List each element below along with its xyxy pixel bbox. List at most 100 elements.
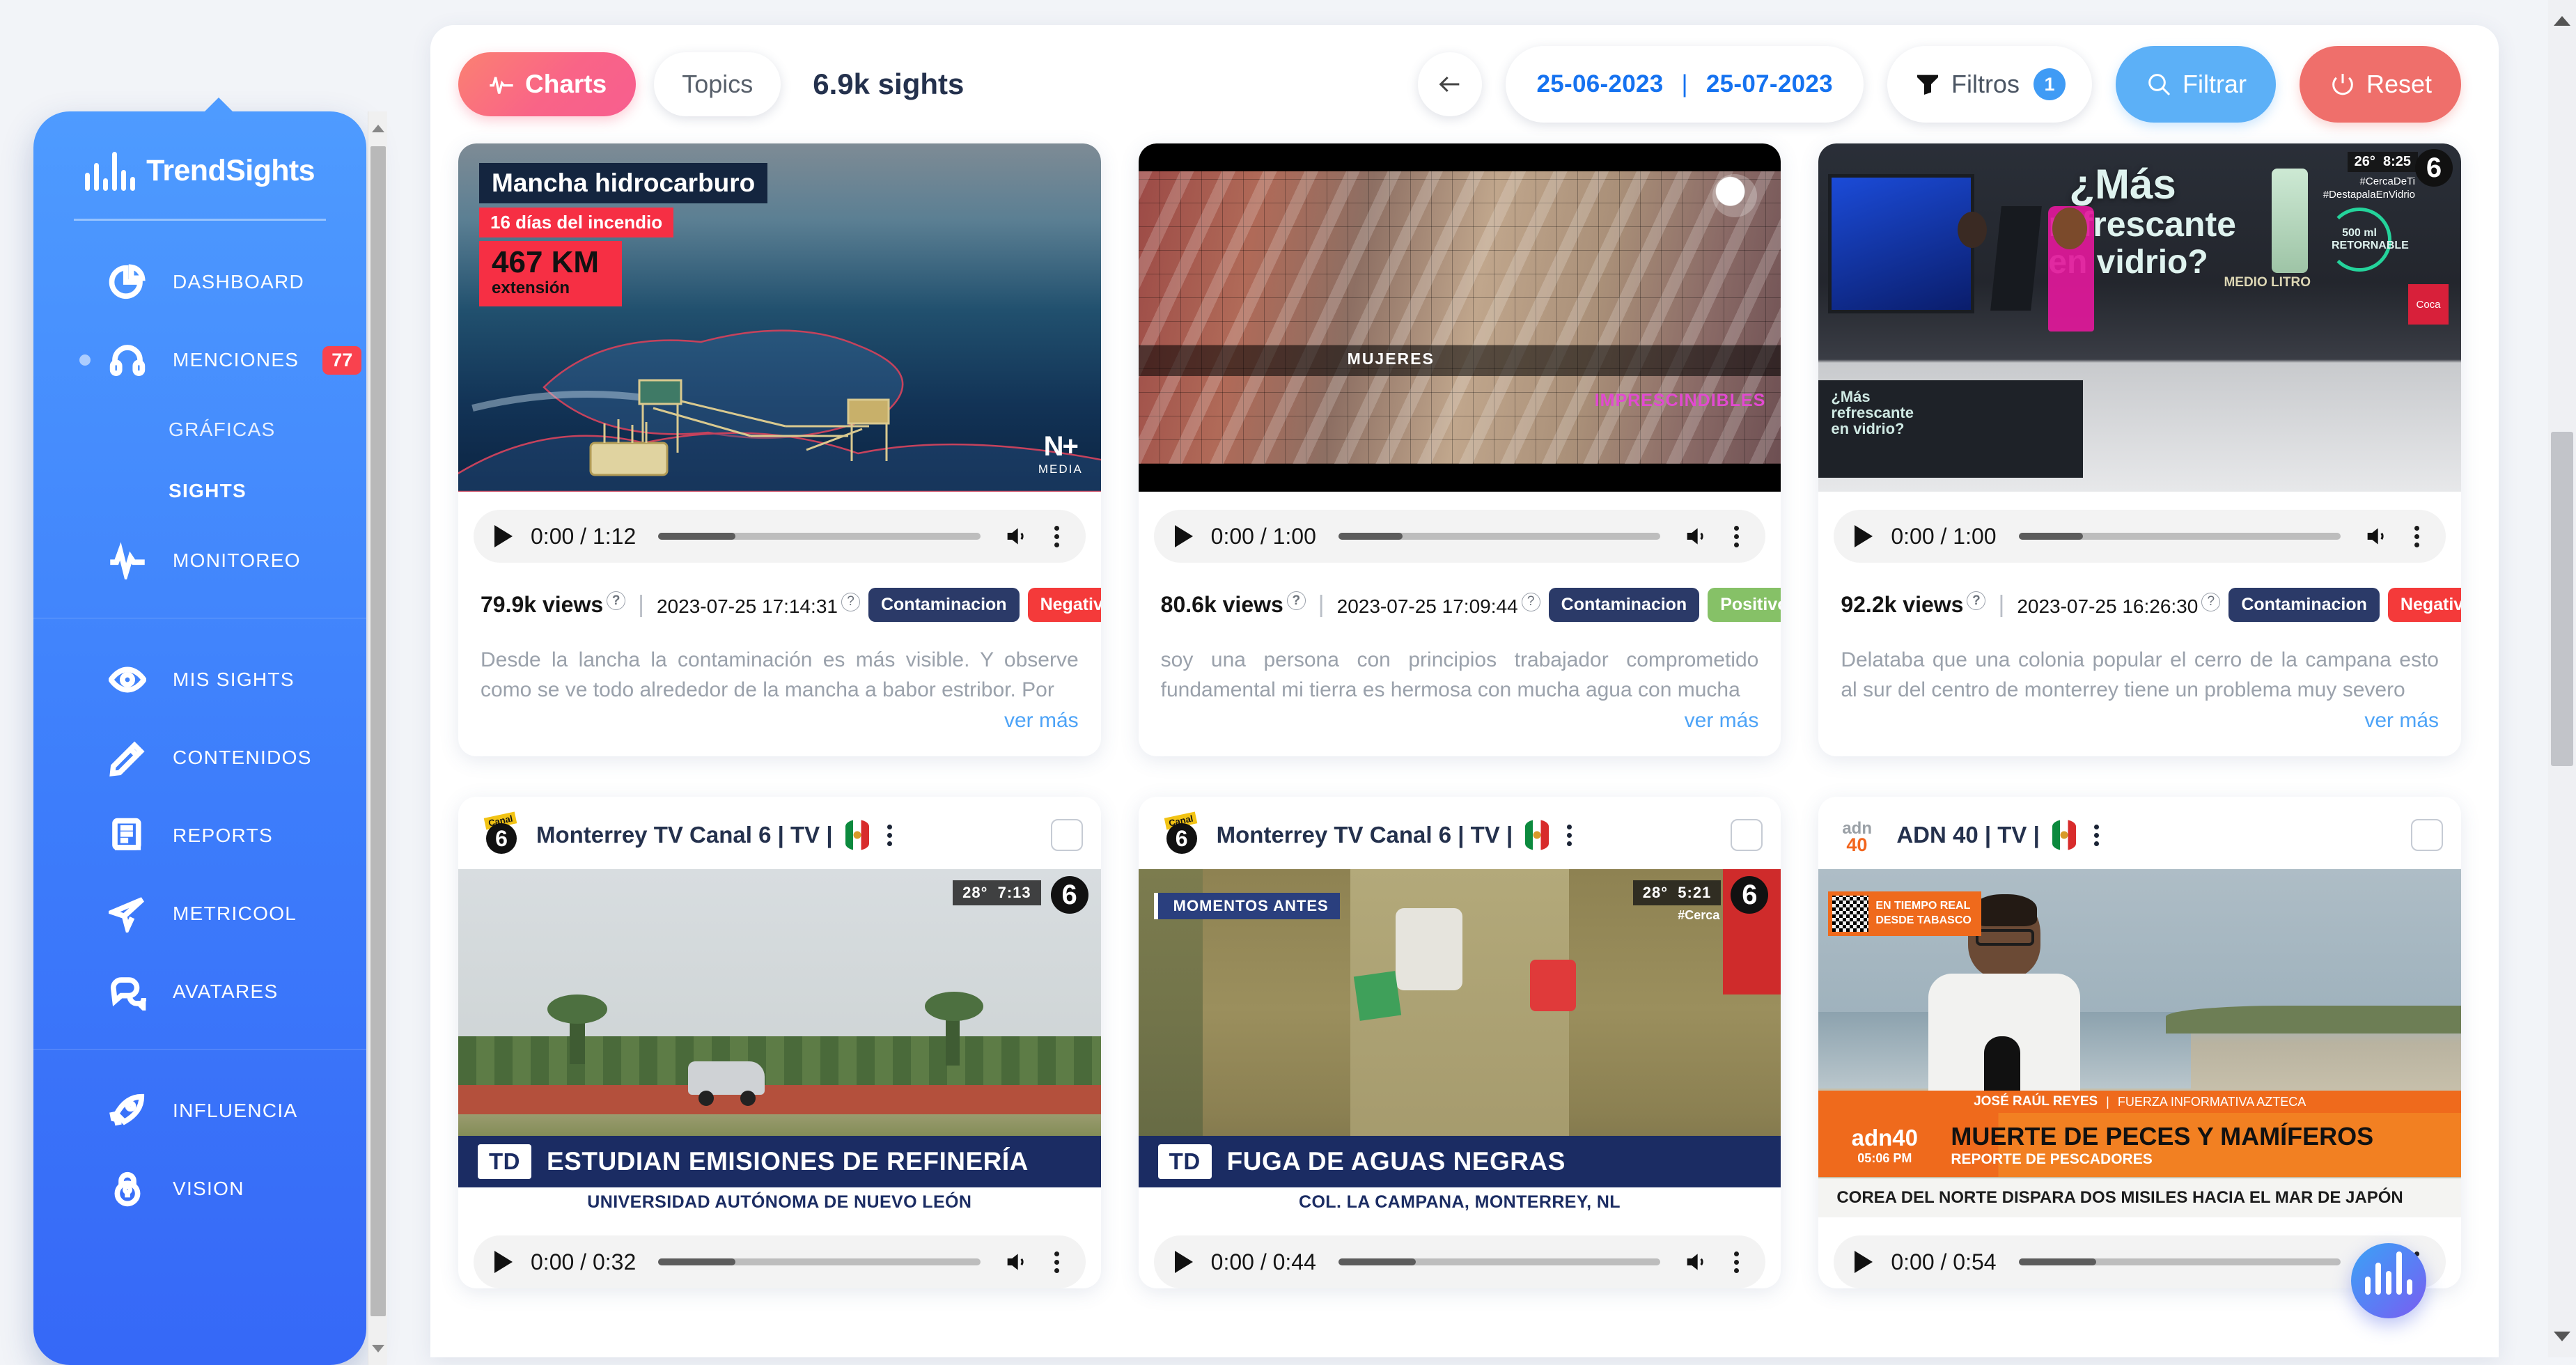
card-header: Canal 6 Monterrey TV Canal 6 | TV | (458, 797, 1101, 869)
views-count: 92.2k views? (1841, 591, 1986, 618)
scroll-up-icon[interactable] (368, 111, 388, 145)
page-scrollbar-thumb[interactable] (2551, 432, 2573, 766)
video-thumbnail[interactable]: Mancha hidrocarburo 16 días del incendio… (458, 143, 1101, 492)
reset-button[interactable]: Reset (2299, 46, 2461, 123)
sight-card[interactable]: MUJERES IMPRESCINDIBLES 0:00 / 1:00 80.6… (1138, 143, 1781, 757)
assistant-fab-button[interactable] (2351, 1243, 2426, 1318)
tab-topics[interactable]: Topics (654, 52, 781, 116)
sidebar-item-dashboard[interactable]: DASHBOARD (33, 243, 366, 321)
see-more-link[interactable]: ver más (458, 705, 1101, 756)
video-player-controls[interactable]: 0:00 / 1:00 (1153, 510, 1766, 563)
select-checkbox[interactable] (1050, 819, 1083, 852)
oil-platform (589, 379, 890, 476)
sentiment-tag[interactable]: Negativo (1027, 588, 1101, 622)
sidebar-item-metricool[interactable]: METRICOOL (33, 875, 366, 953)
sentiment-tag[interactable]: Negativo (2387, 588, 2461, 622)
help-icon[interactable]: ? (2201, 592, 2221, 611)
broadcast-hashtag: #Cerca (1678, 908, 1720, 923)
volume-icon[interactable] (1683, 1248, 1710, 1276)
video-progress-slider[interactable] (2018, 533, 2341, 540)
lock-icon (106, 1167, 149, 1210)
more-options-icon[interactable] (1728, 523, 1744, 550)
sidebar-scrollbar[interactable] (368, 111, 387, 1365)
sidebar-scrollbar-thumb[interactable] (370, 146, 386, 1316)
volume-icon[interactable] (1003, 522, 1031, 550)
palm-crown (547, 994, 607, 1024)
more-options-icon[interactable] (2089, 822, 2105, 849)
video-thumbnail[interactable]: FIA EN TIEMPO REAL DESDE TABASCO JOSÉ RA… (1818, 869, 2461, 1218)
sidebar-item-monitoreo[interactable]: MONITOREO (33, 522, 366, 600)
play-button[interactable] (494, 1251, 513, 1274)
video-thumbnail[interactable]: ¿Más refrescante en vidrio? ¿Más refresca… (1818, 143, 2461, 492)
back-button[interactable] (1418, 52, 1483, 116)
topic-tag[interactable]: Contaminacion (868, 588, 1020, 622)
select-checkbox[interactable] (2411, 819, 2443, 852)
volume-icon[interactable] (1683, 522, 1710, 550)
see-more-link[interactable]: ver más (1139, 705, 1781, 756)
filtrar-button[interactable]: Filtrar (2115, 46, 2276, 123)
play-button[interactable] (1855, 525, 1873, 547)
more-options-icon[interactable] (1561, 822, 1577, 849)
page-scrollbar[interactable] (2548, 0, 2576, 1357)
help-icon[interactable]: ? (1967, 591, 1986, 611)
volume-icon[interactable] (2363, 522, 2391, 550)
date-range-picker[interactable]: 25-06-2023 | 25-07-2023 (1506, 46, 1864, 123)
sidebar-item-mis-sights[interactable]: MIS SIGHTS (33, 641, 366, 719)
help-icon[interactable]: ? (841, 592, 860, 611)
sight-card[interactable]: Canal 6 Monterrey TV Canal 6 | TV | MOME… (1138, 797, 1781, 1289)
video-progress-slider[interactable] (658, 1258, 981, 1266)
see-more-link[interactable]: ver más (1818, 705, 2461, 756)
sidebar-item-graficas[interactable]: GRÁFICAS (33, 399, 366, 460)
video-player-controls[interactable]: 0:00 / 1:12 (474, 510, 1086, 563)
scroll-down-icon[interactable] (2548, 1316, 2576, 1357)
sidebar-item-menciones[interactable]: MENCIONES 77 (33, 321, 366, 399)
status-badge: 77 (322, 345, 362, 375)
video-progress-slider[interactable] (1338, 1258, 1661, 1266)
sidebar-item-reports[interactable]: REPORTS (33, 797, 366, 875)
more-options-icon[interactable] (882, 822, 898, 849)
play-button[interactable] (1855, 1251, 1873, 1274)
video-thumbnail[interactable]: MOMENTOS ANTES 28° 5:21 #Cerca 6 TD FUGA… (1138, 869, 1781, 1218)
play-button[interactable] (1174, 1251, 1193, 1274)
scroll-up-icon[interactable] (2548, 0, 2576, 42)
more-options-icon[interactable] (2409, 523, 2425, 550)
video-player-controls[interactable]: 0:00 / 0:44 (1153, 1235, 1766, 1289)
video-thumbnail[interactable]: 28° 7:13 6 TD ESTUDIAN EMISIONES DE REFI… (458, 869, 1101, 1218)
video-player-controls[interactable]: 0:00 / 0:32 (474, 1235, 1086, 1289)
topic-tag[interactable]: Contaminacion (2228, 588, 2380, 622)
video-thumbnail[interactable]: MUJERES IMPRESCINDIBLES (1138, 143, 1781, 492)
canal6-logo: Canal 6 (1161, 811, 1204, 857)
sidebar-item-vision[interactable]: VISION (33, 1150, 366, 1228)
play-button[interactable] (494, 525, 513, 547)
sidebar-item-influencia[interactable]: INFLUENCIA (33, 1072, 366, 1150)
video-progress-slider[interactable] (658, 533, 981, 540)
sidebar-item-avatares[interactable]: AVATARES (33, 953, 366, 1031)
more-options-icon[interactable] (1728, 1249, 1744, 1276)
play-button[interactable] (1174, 525, 1193, 547)
sentiment-tag[interactable]: Positivo (1708, 588, 1781, 622)
sight-card[interactable]: ¿Más refrescante en vidrio? ¿Más refresca… (1818, 143, 2461, 757)
sight-card[interactable]: Mancha hidrocarburo 16 días del incendio… (458, 143, 1101, 757)
sight-card[interactable]: adn 40 ADN 40 | TV | FIA (1818, 797, 2461, 1289)
tab-charts[interactable]: Charts (458, 52, 637, 116)
help-icon[interactable]: ? (1286, 591, 1306, 611)
thumb-subline-1: 16 días del incendio (479, 208, 674, 237)
help-icon[interactable]: ? (1521, 592, 1540, 611)
sidebar-item-contenidos[interactable]: CONTENIDOS (33, 719, 366, 797)
scroll-down-icon[interactable] (368, 1332, 388, 1365)
video-progress-slider[interactable] (2018, 1258, 2341, 1266)
help-icon[interactable]: ? (607, 591, 626, 611)
volume-icon[interactable] (1003, 1248, 1031, 1276)
more-options-icon[interactable] (1049, 1249, 1065, 1276)
video-progress-slider[interactable] (1338, 533, 1661, 540)
more-options-icon[interactable] (1049, 523, 1065, 550)
sidebar-item-sights[interactable]: SIGHTS (33, 460, 366, 522)
video-player-controls[interactable]: 0:00 / 1:00 (1834, 510, 2446, 563)
topic-tag[interactable]: Contaminacion (1548, 588, 1700, 622)
select-checkbox[interactable] (1731, 819, 1763, 852)
nav-group-secondary: MIS SIGHTS CONTENIDOS REPORTS METRICOOL … (33, 618, 366, 1049)
green-object (1354, 971, 1402, 1022)
sight-card[interactable]: Canal 6 Monterrey TV Canal 6 | TV | 28° … (458, 797, 1101, 1289)
sidebar-item-label: MENCIONES (173, 349, 299, 370)
filtros-button[interactable]: Filtros 1 (1887, 46, 2092, 123)
